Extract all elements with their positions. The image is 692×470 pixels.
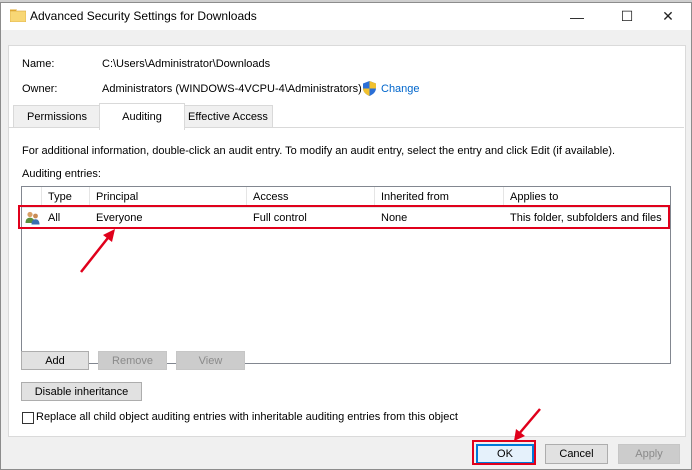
name-label: Name: — [22, 58, 55, 70]
apply-button[interactable]: Apply — [618, 444, 680, 464]
column-header-access[interactable]: Access — [247, 187, 375, 207]
add-button[interactable]: Add — [21, 351, 89, 370]
cancel-button[interactable]: Cancel — [545, 444, 608, 464]
annotation-arrow-icon — [80, 229, 115, 273]
column-header-type[interactable]: Type — [42, 187, 90, 207]
view-button[interactable]: View — [176, 351, 245, 370]
column-header-inherited-from[interactable]: Inherited from — [375, 187, 504, 207]
name-value: C:\Users\Administrator\Downloads — [102, 58, 271, 70]
replace-child-entries-label: Replace all child object auditing entrie… — [36, 411, 458, 423]
owner-label: Owner: — [22, 83, 58, 95]
uac-shield-icon — [363, 81, 376, 96]
close-button[interactable]: ✕ — [645, 3, 691, 30]
auditing-instructions: For additional information, double-click… — [22, 145, 616, 157]
security-settings-window: Advanced Security Settings for Downloads… — [0, 2, 692, 470]
column-header-applies-to[interactable]: Applies to — [504, 187, 670, 207]
column-header-icon[interactable] — [22, 187, 42, 207]
column-header-principal[interactable]: Principal — [90, 187, 247, 207]
maximize-button[interactable]: ☐ — [604, 3, 650, 30]
folder-icon — [10, 9, 26, 22]
dialog-body: Name: C:\Users\Administrator\Downloads O… — [1, 30, 691, 469]
tab-effective-access[interactable]: Effective Access — [183, 105, 273, 128]
minimize-button[interactable]: — — [554, 3, 600, 30]
tab-permissions[interactable]: Permissions — [13, 105, 101, 128]
annotation-arrow-ok-icon — [514, 408, 541, 441]
change-owner-link[interactable]: Change — [381, 83, 420, 95]
title-bar[interactable]: Advanced Security Settings for Downloads… — [1, 3, 691, 30]
auditing-entries-label: Auditing entries: — [22, 168, 101, 180]
window-title: Advanced Security Settings for Downloads — [30, 9, 257, 23]
owner-value: Administrators (WINDOWS-4VCPU-4\Administ… — [102, 83, 362, 95]
disable-inheritance-button[interactable]: Disable inheritance — [21, 382, 142, 401]
remove-button[interactable]: Remove — [98, 351, 167, 370]
replace-child-entries-checkbox[interactable] — [22, 412, 34, 424]
tab-auditing[interactable]: Auditing — [99, 103, 185, 130]
